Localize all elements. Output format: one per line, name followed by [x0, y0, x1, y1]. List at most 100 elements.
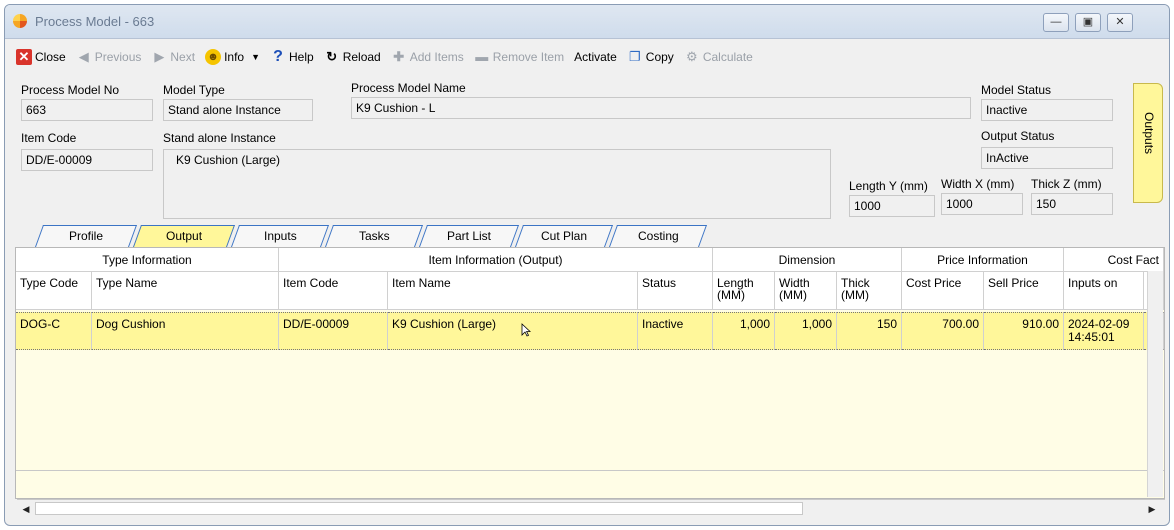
copy-button[interactable]: ❐ Copy [624, 47, 677, 67]
process-model-no-field[interactable]: 663 [21, 99, 153, 121]
cell-width: 1,000 [775, 312, 837, 350]
col-sell-price[interactable]: Sell Price [984, 272, 1064, 310]
plus-icon: ✚ [393, 49, 405, 64]
tab-part-list-label: Part List [446, 229, 491, 243]
model-type-label: Model Type [163, 83, 225, 97]
col-thick[interactable]: Thick (MM) [837, 272, 902, 310]
previous-button[interactable]: ◀ Previous [73, 47, 145, 67]
group-dimension: Dimension [713, 248, 902, 272]
group-price-information: Price Information [902, 248, 1064, 272]
col-type-code[interactable]: Type Code [16, 272, 92, 310]
model-status-field[interactable]: Inactive [981, 99, 1113, 121]
cell-sell-price: 910.00 [984, 312, 1064, 350]
process-model-no-label: Process Model No [21, 83, 120, 97]
cell-item-name: K9 Cushion (Large) [388, 312, 638, 350]
remove-item-button[interactable]: ▬ Remove Item [471, 47, 567, 67]
tab-profile[interactable]: Profile [34, 225, 138, 247]
tab-cut-plan[interactable]: Cut Plan [514, 225, 614, 247]
width-field[interactable]: 1000 [941, 193, 1023, 215]
tab-tasks-label: Tasks [358, 229, 390, 243]
tab-tasks[interactable]: Tasks [324, 225, 424, 247]
tab-part-list[interactable]: Part List [418, 225, 520, 247]
col-cost-price[interactable]: Cost Price [902, 272, 984, 310]
tab-output[interactable]: Output [132, 225, 236, 247]
process-model-form: Process Model No 663 Model Type Stand al… [15, 75, 1131, 223]
col-type-name[interactable]: Type Name [92, 272, 279, 310]
col-item-name[interactable]: Item Name [388, 272, 638, 310]
thick-label: Thick Z (mm) [1031, 177, 1102, 191]
tab-inputs[interactable]: Inputs [230, 225, 330, 247]
group-item-information: Item Information (Output) [279, 248, 713, 272]
activate-label: Activate [574, 50, 617, 64]
col-item-code[interactable]: Item Code [279, 272, 388, 310]
minimize-icon: — [1050, 16, 1062, 28]
help-label: Help [289, 50, 314, 64]
info-button[interactable]: ☻ Info ▼ [202, 47, 263, 67]
add-items-button[interactable]: ✚ Add Items [388, 47, 467, 67]
help-icon: ? [273, 48, 283, 65]
gear-icon: ⚙ [685, 49, 698, 64]
toolbar: ✕ Close ◀ Previous ▶ Next ☻ Info ▼ ? Hel… [5, 41, 1169, 73]
grid-footer-divider [16, 470, 1164, 471]
activate-button[interactable]: Activate [571, 48, 620, 66]
scroll-thumb[interactable] [35, 502, 803, 515]
add-items-label: Add Items [409, 50, 464, 64]
output-status-field[interactable]: InActive [981, 147, 1113, 169]
group-type-information: Type Information [16, 248, 279, 272]
length-field[interactable]: 1000 [849, 195, 935, 217]
item-code-field[interactable]: DD/E-00009 [21, 149, 153, 171]
width-label: Width X (mm) [941, 177, 1015, 191]
close-button[interactable]: ✕ Close [13, 47, 69, 67]
next-button[interactable]: ▶ Next [148, 47, 198, 67]
vertical-scrollbar[interactable] [1147, 271, 1163, 497]
col-length[interactable]: Length (MM) [713, 272, 775, 310]
outputs-side-tab-label: Outputs [1142, 112, 1156, 155]
thick-field[interactable]: 150 [1031, 193, 1113, 215]
arrow-left-icon: ◀ [78, 49, 89, 64]
close-window-button[interactable]: ✕ [1107, 13, 1133, 32]
scroll-left-icon[interactable]: ◀ [19, 502, 33, 516]
horizontal-scrollbar[interactable]: ◀ ▶ [17, 499, 1165, 517]
previous-label: Previous [94, 50, 142, 64]
process-model-name-field[interactable]: K9 Cushion - L [351, 97, 971, 119]
help-button[interactable]: ? Help [267, 47, 317, 67]
col-width[interactable]: Width (MM) [775, 272, 837, 310]
scroll-right-icon[interactable]: ▶ [1145, 502, 1159, 516]
model-status-label: Model Status [981, 83, 1052, 97]
output-grid: Type Information Item Information (Outpu… [15, 247, 1165, 499]
output-status-label: Output Status [981, 129, 1055, 143]
outputs-side-tab[interactable]: Outputs [1133, 83, 1163, 203]
tab-inputs-label: Inputs [263, 229, 297, 243]
group-cost-factor: Cost Fact [1064, 248, 1164, 272]
title-bar: Process Model - 663 — ▣ ✕ [5, 5, 1169, 39]
copy-label: Copy [645, 50, 674, 64]
calculate-button[interactable]: ⚙ Calculate [681, 47, 756, 67]
dropdown-arrow-icon[interactable]: ▼ [251, 52, 260, 62]
app-icon [13, 14, 27, 28]
cell-cost-price: 700.00 [902, 312, 984, 350]
minimize-button[interactable]: — [1043, 13, 1069, 32]
col-status[interactable]: Status [638, 272, 713, 310]
col-inputs-on[interactable]: Inputs on [1064, 272, 1144, 310]
tab-bar: Profile Output Inputs Tasks Part List Cu… [25, 225, 1145, 247]
cell-type-name: Dog Cushion [92, 312, 279, 350]
item-code-label: Item Code [21, 131, 77, 145]
window-title: Process Model - 663 [35, 14, 155, 29]
tab-cut-plan-label: Cut Plan [540, 229, 588, 243]
stand-alone-field[interactable]: K9 Cushion (Large) [163, 149, 831, 219]
calculate-label: Calculate [702, 50, 753, 64]
next-label: Next [170, 50, 196, 64]
restore-icon: ▣ [1082, 16, 1094, 28]
minus-icon: ▬ [475, 49, 489, 64]
close-icon: ✕ [16, 49, 32, 65]
stand-alone-label: Stand alone Instance [163, 131, 276, 145]
mouse-cursor-icon [521, 323, 531, 337]
model-type-field[interactable]: Stand alone Instance [163, 99, 313, 121]
reload-button[interactable]: ↻ Reload [321, 47, 384, 67]
length-label: Length Y (mm) [849, 179, 928, 193]
tab-costing[interactable]: Costing [608, 225, 708, 247]
restore-button[interactable]: ▣ [1075, 13, 1101, 32]
arrow-right-icon: ▶ [154, 49, 165, 64]
tab-costing-label: Costing [637, 229, 679, 243]
close-icon: ✕ [1115, 16, 1125, 28]
